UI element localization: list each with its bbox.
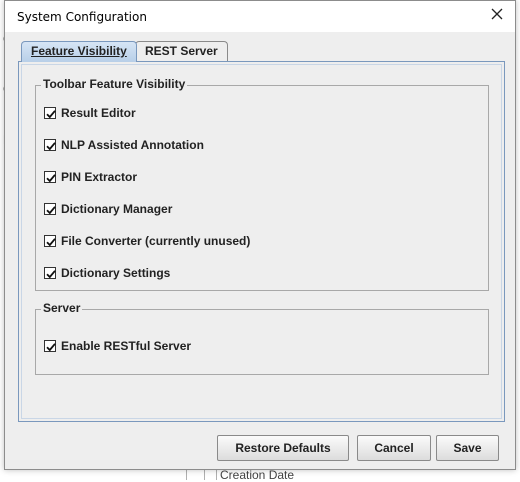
checkbox-checked-icon[interactable] <box>44 139 56 151</box>
checkbox-checked-icon[interactable] <box>44 235 56 247</box>
checkbox-file-converter[interactable]: File Converter (currently unused) <box>44 233 250 249</box>
tab-panel-inner: Toolbar Feature Visibility Result Editor… <box>21 64 502 419</box>
background-divider <box>186 470 187 480</box>
close-icon <box>491 7 503 25</box>
checkbox-label: Dictionary Manager <box>61 202 173 216</box>
group-title: Server <box>41 301 83 315</box>
toolbar-feature-visibility-group: Toolbar Feature Visibility Result Editor… <box>35 77 489 291</box>
checkbox-label: NLP Assisted Annotation <box>61 138 204 152</box>
close-button[interactable] <box>483 3 511 29</box>
tab-panel-feature-visibility: Toolbar Feature Visibility Result Editor… <box>18 61 505 422</box>
checkbox-label: Dictionary Settings <box>61 266 171 280</box>
checkbox-checked-icon[interactable] <box>44 340 56 352</box>
tab-label: Feature Visibility <box>31 44 127 58</box>
checkbox-enable-restful-server[interactable]: Enable RESTful Server <box>44 338 191 354</box>
checkbox-label: Enable RESTful Server <box>61 339 192 353</box>
checkbox-checked-icon[interactable] <box>44 267 56 279</box>
checkbox-nlp-assisted-annotation[interactable]: NLP Assisted Annotation <box>44 137 204 153</box>
system-configuration-dialog: System Configuration Feature Visibility … <box>4 0 516 470</box>
background-divider <box>204 470 205 480</box>
save-button[interactable]: Save <box>436 435 499 461</box>
tab-label: REST Server <box>145 44 218 58</box>
checkbox-label: File Converter (currently unused) <box>61 234 251 248</box>
checkbox-checked-icon[interactable] <box>44 203 56 215</box>
checkbox-pin-extractor[interactable]: PIN Extractor <box>44 169 137 185</box>
tab-rest-server[interactable]: REST Server <box>135 41 228 61</box>
checkbox-dictionary-settings[interactable]: Dictionary Settings <box>44 265 170 281</box>
checkbox-label: Result Editor <box>61 106 136 120</box>
group-title: Toolbar Feature Visibility <box>41 77 188 91</box>
cancel-button[interactable]: Cancel <box>357 435 431 461</box>
checkbox-checked-icon[interactable] <box>44 171 56 183</box>
background-divider <box>216 470 217 480</box>
checkbox-label: PIN Extractor <box>61 170 138 184</box>
tab-feature-visibility[interactable]: Feature Visibility <box>21 41 137 62</box>
restore-defaults-button[interactable]: Restore Defaults <box>217 435 349 461</box>
dialog-title: System Configuration <box>17 10 147 24</box>
checkbox-dictionary-manager[interactable]: Dictionary Manager <box>44 201 172 217</box>
server-group: Server Enable RESTful Server <box>35 301 489 375</box>
checkbox-checked-icon[interactable] <box>44 107 56 119</box>
dialog-titlebar: System Configuration <box>5 1 515 32</box>
checkbox-result-editor[interactable]: Result Editor <box>44 105 136 121</box>
